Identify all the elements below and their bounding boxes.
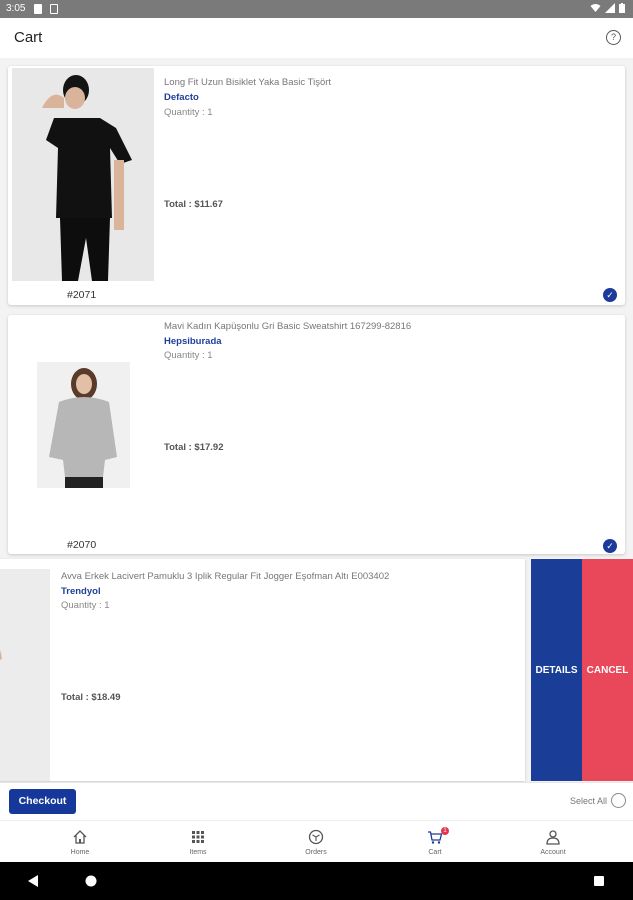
cart-item-card[interactable]: Long Fit Uzun Bisiklet Yaka Basic Tişört… [8, 66, 625, 305]
nav-label: Home [70, 849, 90, 856]
home-circle-icon[interactable] [85, 875, 97, 887]
order-number: #2071 [67, 289, 97, 301]
product-total: Total : $17.92 [164, 442, 224, 453]
home-icon [73, 830, 87, 844]
product-name: Long Fit Uzun Bisiklet Yaka Basic Tişört [164, 77, 332, 88]
checkout-button[interactable]: Checkout [9, 789, 76, 814]
product-total: Total : $11.67 [164, 199, 223, 210]
product-brand[interactable]: Defacto [164, 92, 199, 103]
status-icons [590, 3, 625, 13]
checkout-bar: Checkout Select All [0, 782, 633, 821]
product-quantity: Quantity : 1 [61, 600, 110, 611]
product-image [37, 362, 130, 488]
nav-orders[interactable]: Orders [286, 821, 346, 863]
app-bar: Cart ? [0, 18, 633, 59]
cart-list[interactable]: Long Fit Uzun Bisiklet Yaka Basic Tişört… [0, 58, 633, 782]
help-circle-icon[interactable]: ? [606, 30, 621, 45]
status-bar: 3:05 [0, 0, 633, 18]
nav-label: Items [189, 849, 207, 856]
product-total: Total : $18.49 [61, 692, 121, 703]
notification-icon [50, 4, 58, 14]
nav-label: Orders [305, 849, 327, 856]
nav-items[interactable]: Items [168, 821, 228, 863]
box-icon [308, 829, 324, 845]
recents-icon[interactable] [594, 876, 604, 886]
sd-card-icon [34, 4, 42, 14]
product-image [12, 68, 154, 281]
product-image [0, 569, 50, 781]
bottom-nav: Home Items Orders 1 Cart Account [0, 820, 633, 863]
select-all-label[interactable]: Select All [570, 796, 607, 806]
nav-home[interactable]: Home [50, 821, 110, 863]
product-name: Mavi Kadın Kapüşonlu Gri Basic Sweatshir… [164, 321, 412, 332]
cart-item-card[interactable]: Mavi Kadın Kapüşonlu Gri Basic Sweatshir… [8, 315, 625, 554]
selected-check-icon[interactable]: ✓ [603, 288, 617, 302]
product-brand[interactable]: Hepsiburada [164, 336, 222, 347]
select-all-radio[interactable] [611, 793, 626, 808]
grid-icon [192, 831, 204, 843]
details-button[interactable]: DETAILS [531, 559, 582, 781]
battery-icon [619, 3, 625, 13]
cancel-button[interactable]: CANCEL [582, 559, 633, 781]
product-quantity: Quantity : 1 [164, 350, 213, 361]
status-time: 3:05 [6, 3, 26, 14]
product-name: Avva Erkek Lacivert Pamuklu 3 Iplik Regu… [61, 571, 390, 582]
cart-badge: 1 [441, 827, 449, 835]
product-quantity: Quantity : 1 [164, 107, 213, 118]
nav-account[interactable]: Account [523, 821, 583, 863]
signal-icon [605, 3, 615, 13]
nav-label: Cart [428, 849, 442, 856]
person-icon [546, 830, 560, 845]
back-icon[interactable] [28, 875, 39, 887]
product-brand[interactable]: Trendyol [61, 586, 101, 597]
nav-cart[interactable]: 1 Cart [405, 821, 465, 863]
selected-check-icon[interactable]: ✓ [603, 539, 617, 553]
order-number: #2070 [67, 539, 97, 551]
wifi-icon [590, 4, 601, 12]
nav-label: Account [540, 849, 566, 856]
cart-item-card-swiped[interactable]: Avva Erkek Lacivert Pamuklu 3 Iplik Regu… [0, 559, 525, 781]
page-title: Cart [14, 29, 43, 46]
system-nav-bar [0, 862, 633, 900]
